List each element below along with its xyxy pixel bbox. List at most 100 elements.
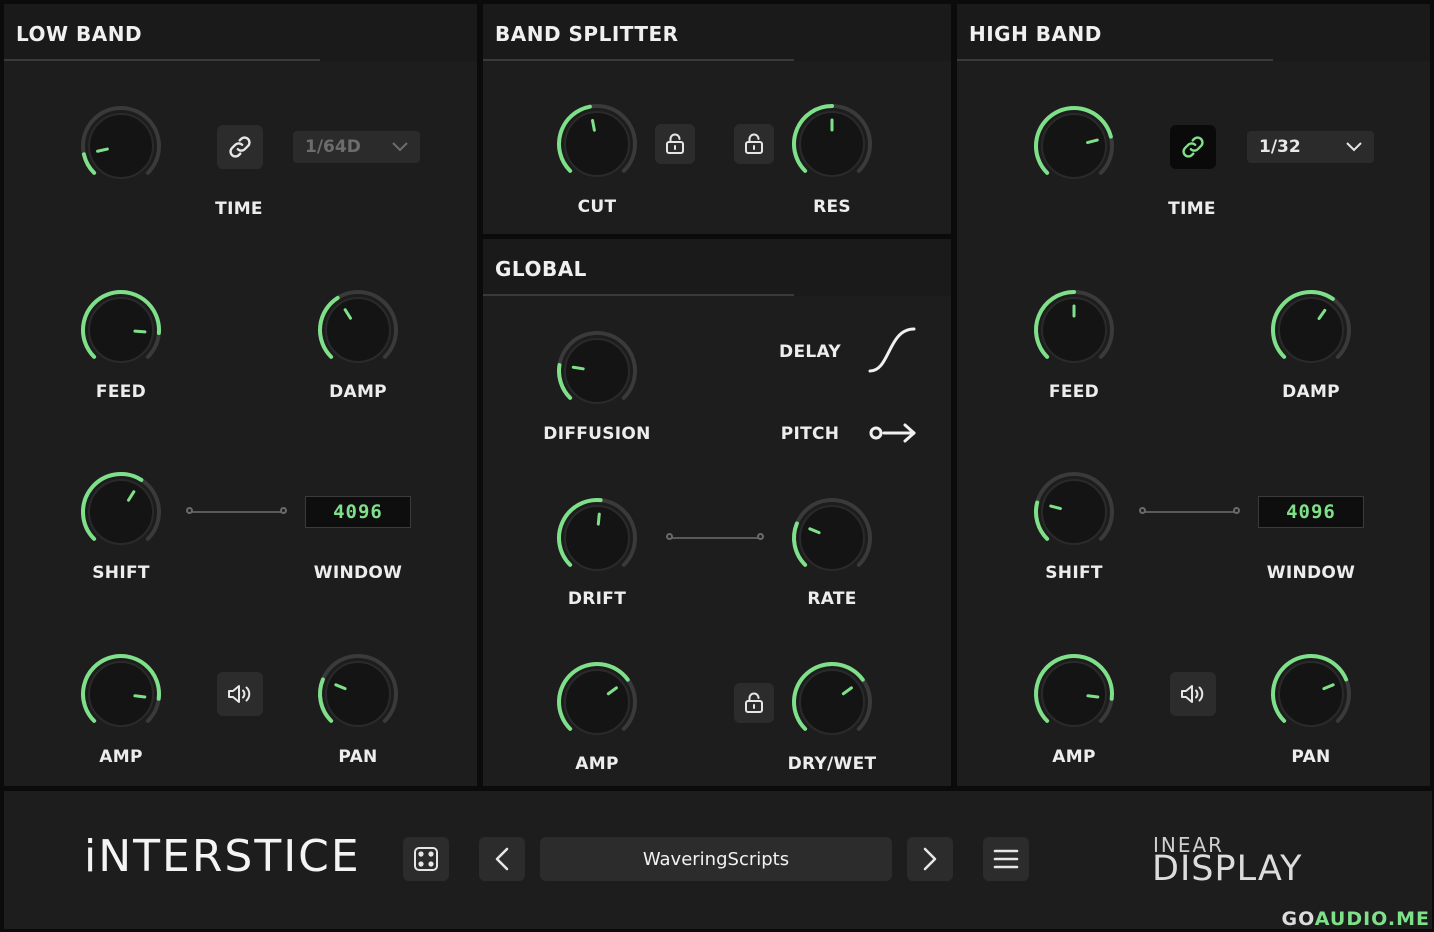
low-time-knob[interactable] <box>79 104 163 188</box>
band-splitter-title: BAND SPLITTER <box>495 22 679 46</box>
low-damp-knob[interactable] <box>316 288 400 372</box>
chevron-down-icon <box>1346 142 1362 152</box>
low-shift-label: SHIFT <box>92 563 150 583</box>
time-sync-link-button[interactable] <box>1170 125 1216 169</box>
next-preset-button[interactable] <box>907 837 953 881</box>
low-amp-knob[interactable] <box>79 652 163 736</box>
knob-body <box>1041 113 1107 179</box>
high-shift-knob[interactable] <box>1032 470 1116 554</box>
low-band-panel: LOW BAND 1/64D TIME FEED DAMP 4096 SHIFT… <box>4 4 477 786</box>
res-lock-button[interactable] <box>734 124 774 164</box>
high-feed-label: FEED <box>1048 382 1100 402</box>
menu-button[interactable] <box>983 837 1029 881</box>
high-window-display[interactable]: 4096 <box>1258 496 1364 528</box>
global-header: GLOBAL <box>483 239 951 296</box>
cut-label: CUT <box>577 197 617 217</box>
high-time-division-dropdown[interactable]: 1/32 <box>1247 131 1374 163</box>
high-pan-label: PAN <box>1291 747 1331 767</box>
drift-rate-link <box>666 533 764 540</box>
divider <box>4 59 320 61</box>
band-splitter-header: BAND SPLITTER <box>483 4 951 61</box>
knob-body <box>88 479 154 545</box>
knob-graphic <box>1271 654 1351 727</box>
knob-indicator <box>1086 694 1100 699</box>
high-time-knob[interactable] <box>1032 104 1116 188</box>
knob-graphic <box>557 498 637 571</box>
low-feed-knob[interactable] <box>79 288 163 372</box>
high-window-label: WINDOW <box>1266 563 1356 583</box>
shift-window-link <box>1139 507 1240 514</box>
randomize-button[interactable] <box>403 837 449 881</box>
knob-body <box>1041 661 1107 727</box>
knob-body <box>564 338 630 404</box>
knob-body <box>1278 297 1344 363</box>
high-pan-knob[interactable] <box>1269 652 1353 736</box>
knob-graphic <box>318 290 398 363</box>
speaker-icon <box>1181 685 1204 703</box>
drywet-lock-button[interactable] <box>734 683 774 723</box>
low-time-division-dropdown[interactable]: 1/64D <box>293 131 420 163</box>
high-band-solo-button[interactable] <box>1170 672 1216 716</box>
high-amp-knob[interactable] <box>1032 652 1116 736</box>
drywet-label: DRY/WET <box>787 754 877 774</box>
divider <box>483 294 794 296</box>
knob-body <box>564 669 630 735</box>
knob-body <box>564 505 630 571</box>
footer-bar: iNTERSTICE WaveringScripts INEAR DISPLAY <box>4 791 1432 929</box>
knob-graphic <box>81 290 161 363</box>
previous-preset-button[interactable] <box>479 837 525 881</box>
global-amp-knob[interactable] <box>555 660 639 744</box>
knob-graphic <box>1034 106 1114 179</box>
cut-lock-button[interactable] <box>655 124 695 164</box>
rate-knob[interactable] <box>790 496 874 580</box>
diffusion-knob[interactable] <box>555 329 639 413</box>
delay-curve-icon[interactable] <box>866 325 918 375</box>
knob-indicator <box>571 365 585 371</box>
cut-knob[interactable] <box>555 102 639 186</box>
lock-icon <box>745 133 763 154</box>
low-band-solo-button[interactable] <box>217 672 263 716</box>
knob-graphic <box>318 654 398 727</box>
low-pan-knob[interactable] <box>316 652 400 736</box>
company-logo-bottom: DISPLAY <box>1152 849 1303 889</box>
knob-graphic <box>81 654 161 727</box>
link-icon <box>229 136 251 158</box>
knob-indicator <box>133 694 147 699</box>
chevron-down-icon <box>392 142 408 152</box>
pitch-direction-icon[interactable] <box>867 421 919 445</box>
low-damp-label: DAMP <box>329 382 387 402</box>
high-feed-knob[interactable] <box>1032 288 1116 372</box>
knob-graphic <box>557 331 637 404</box>
divider <box>483 59 794 61</box>
knob-body <box>325 661 391 727</box>
pitch-label: PITCH <box>780 424 840 444</box>
knob-indicator <box>591 118 596 132</box>
product-logo: iNTERSTICE <box>84 831 361 882</box>
low-pan-label: PAN <box>338 747 378 767</box>
knob-body <box>564 111 630 177</box>
high-shift-label: SHIFT <box>1045 563 1103 583</box>
knob-body <box>799 505 865 571</box>
drywet-knob[interactable] <box>790 660 874 744</box>
band-splitter-panel: BAND SPLITTER CUT RES <box>483 4 951 234</box>
knob-indicator <box>596 512 601 526</box>
high-band-header: HIGH BAND <box>957 4 1430 61</box>
high-damp-knob[interactable] <box>1269 288 1353 372</box>
drift-knob[interactable] <box>555 496 639 580</box>
menu-icon <box>993 849 1019 869</box>
time-sync-link-button[interactable] <box>217 125 263 169</box>
watermark: GOAUDIO.ME <box>1282 908 1430 930</box>
low-time-label: TIME <box>215 199 263 219</box>
low-amp-label: AMP <box>99 747 143 767</box>
low-shift-knob[interactable] <box>79 470 163 554</box>
res-label: RES <box>813 197 851 217</box>
high-band-title: HIGH BAND <box>969 22 1102 46</box>
preset-name-display[interactable]: WaveringScripts <box>540 837 892 881</box>
res-knob[interactable] <box>790 102 874 186</box>
chevron-left-icon <box>495 847 509 871</box>
low-window-display[interactable]: 4096 <box>305 496 411 528</box>
high-time-label: TIME <box>1168 199 1216 219</box>
low-band-title: LOW BAND <box>16 22 143 46</box>
low-band-header: LOW BAND <box>4 4 477 61</box>
low-feed-label: FEED <box>95 382 147 402</box>
